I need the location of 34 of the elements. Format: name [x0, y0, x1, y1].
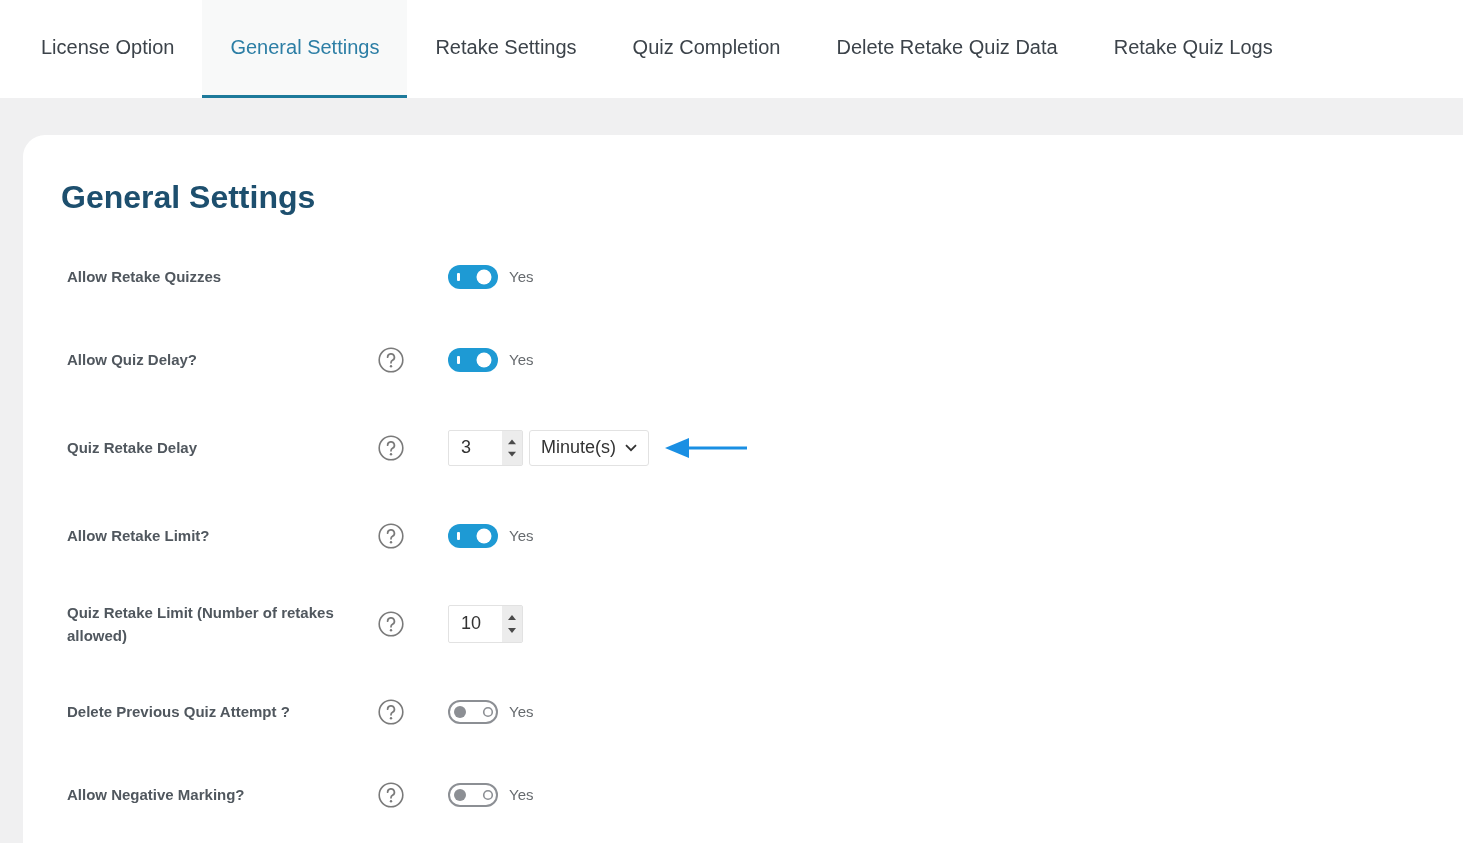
help-icon[interactable]: [378, 346, 404, 373]
toggle-label: Yes: [509, 268, 534, 285]
tab[interactable]: Quiz Completion: [604, 0, 809, 98]
toggle-label: Yes: [509, 527, 534, 544]
setting-label: Allow Negative Marking?: [67, 785, 246, 805]
page-title: General Settings: [61, 178, 317, 217]
help-icon[interactable]: [378, 522, 404, 549]
tab[interactable]: Retake Quiz Logs: [1085, 0, 1301, 98]
tab[interactable]: License Option: [13, 0, 203, 98]
tab[interactable]: General Settings: [202, 0, 408, 98]
setting-label: Quiz Retake Limit (Number of retakes allowed): [67, 602, 335, 646]
stepper-icon[interactable]: [502, 605, 522, 642]
toggle-label: Yes: [509, 703, 534, 720]
tab[interactable]: Retake Settings: [407, 0, 605, 98]
toggle-switch[interactable]: [448, 523, 498, 548]
setting-label: Allow Retake Quizzes: [67, 267, 223, 287]
help-icon[interactable]: [378, 610, 404, 637]
help-icon[interactable]: [378, 781, 404, 808]
stepper-icon[interactable]: [502, 430, 522, 465]
toggle-switch[interactable]: [448, 699, 498, 724]
setting-label: Quiz Retake Delay: [67, 438, 199, 458]
chevron-down-icon: [625, 443, 637, 452]
toggle-label: Yes: [509, 786, 534, 803]
help-icon[interactable]: [378, 434, 404, 461]
tab[interactable]: Delete Retake Quiz Data: [808, 0, 1086, 98]
setting-label: Delete Previous Quiz Attempt ?: [67, 702, 291, 722]
setting-label: Allow Quiz Delay?: [67, 350, 199, 370]
toggle-label: Yes: [509, 351, 534, 368]
setting-label: Allow Retake Limit?: [67, 526, 211, 546]
toggle-switch[interactable]: [448, 782, 498, 807]
help-icon[interactable]: [378, 698, 404, 725]
toggle-switch[interactable]: [448, 264, 498, 289]
unit-dropdown[interactable]: Minute(s): [529, 429, 649, 466]
toggle-switch[interactable]: [448, 347, 498, 372]
